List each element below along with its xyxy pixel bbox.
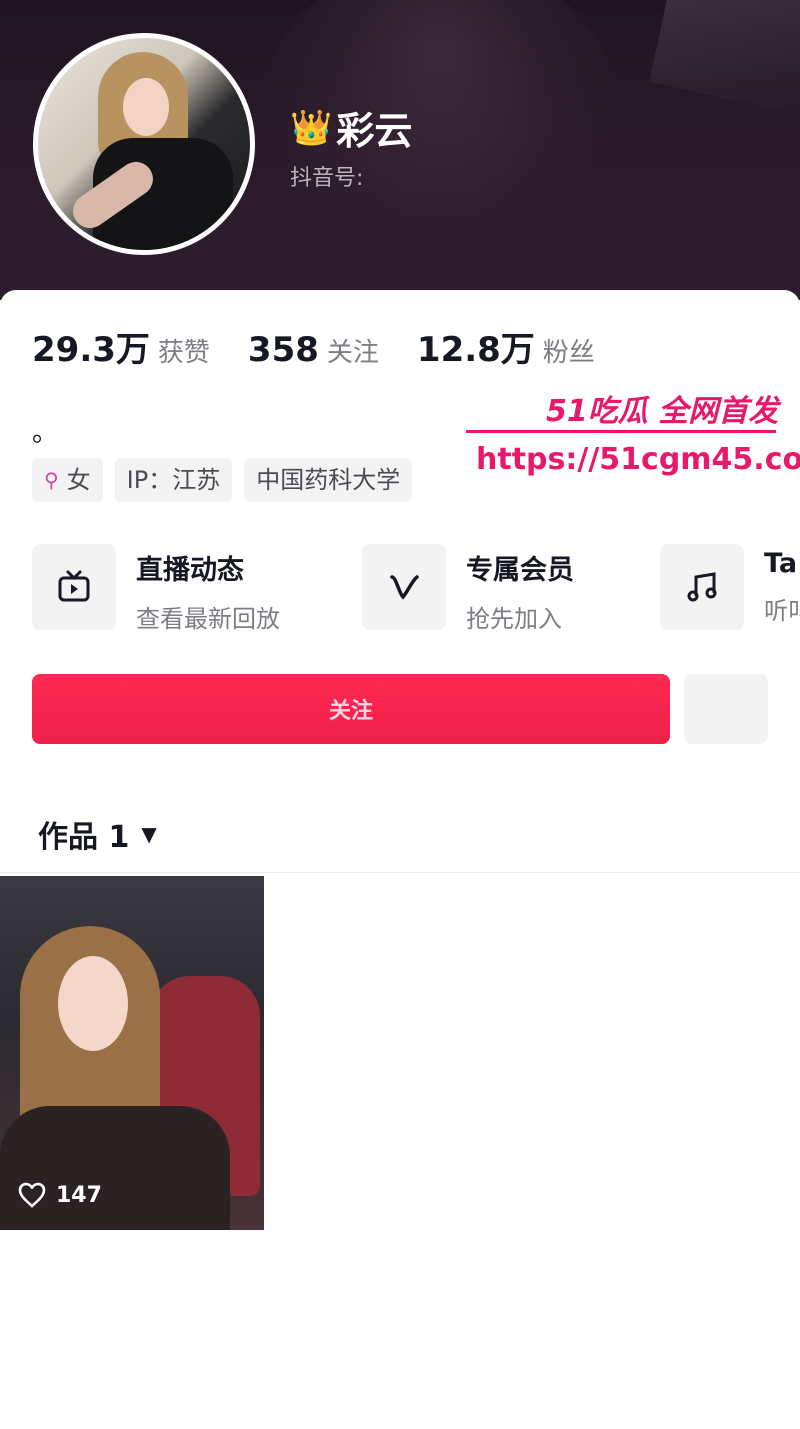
service-music-subtitle: 听叫	[764, 597, 800, 625]
video-likes-count: 147	[56, 1182, 102, 1208]
service-live[interactable]: 直播动态 查看最新回放	[32, 544, 280, 634]
tag-gender: ⚲ 女	[32, 458, 103, 502]
tab-works-label: 作品 1	[38, 820, 130, 855]
stat-following-count: 358	[247, 330, 319, 370]
watermark-title: 51吃瓜 全网首发	[546, 394, 779, 429]
watermark: 51吃瓜 全网首发 https://51cgm45.com	[462, 378, 800, 488]
profile-tags: ⚲ 女 IP：江苏 中国药科大学	[32, 458, 424, 502]
watermark-url: https://51cgm45.com	[476, 442, 800, 477]
tag-gender-label: 女	[66, 466, 91, 494]
tag-ip: IP：江苏	[114, 458, 233, 502]
follow-button[interactable]: 关注	[32, 674, 670, 744]
more-button[interactable]	[684, 674, 768, 744]
stat-following[interactable]: 358 关注	[248, 330, 379, 370]
music-note-icon	[660, 544, 744, 630]
service-music-title: Ta	[764, 548, 798, 579]
profile-name: 彩云	[336, 109, 413, 153]
stat-followers-label: 粉丝	[542, 338, 595, 368]
avatar-face	[123, 78, 169, 136]
heart-icon	[18, 1182, 46, 1208]
caret-down-icon: ▼	[141, 822, 157, 846]
bio-text: 。	[32, 418, 59, 448]
tv-icon	[32, 544, 116, 630]
crown-icon: 👑	[290, 107, 333, 148]
service-music[interactable]: Ta 听叫	[660, 544, 800, 630]
stat-following-label: 关注	[326, 338, 379, 368]
stat-followers[interactable]: 12.8万 粉丝	[417, 322, 595, 371]
header-background-glare	[649, 0, 800, 116]
tab-works[interactable]: 作品 1 ▼	[38, 812, 157, 856]
stat-likes-count: 29.3万	[32, 330, 150, 370]
profile-name-row: 👑 彩云	[290, 100, 412, 155]
stat-followers-count: 12.8万	[416, 330, 535, 370]
service-membership-subtitle: 抢先加入	[466, 605, 562, 633]
stat-likes-label: 获赞	[157, 338, 210, 368]
watermark-divider	[466, 430, 776, 433]
tag-school[interactable]: 中国药科大学	[244, 458, 413, 502]
service-membership-title: 专属会员	[466, 555, 574, 586]
thumbnail-face	[58, 956, 128, 1051]
service-live-subtitle: 查看最新回放	[136, 605, 280, 633]
service-membership[interactable]: 专属会员 抢先加入	[362, 544, 574, 634]
service-live-title: 直播动态	[136, 555, 244, 586]
video-likes: 147	[18, 1182, 102, 1208]
avatar[interactable]	[33, 33, 255, 255]
services-row: 直播动态 查看最新回放 专属会员 抢先加入 Ta 听叫	[32, 544, 800, 634]
stat-likes[interactable]: 29.3万 获赞	[32, 322, 210, 371]
stats-row: 29.3万 获赞 358 关注 12.8万 粉丝	[32, 322, 633, 371]
douyin-id[interactable]: 抖音号:	[290, 160, 363, 192]
works-divider	[0, 872, 800, 873]
female-icon: ⚲	[44, 468, 59, 492]
video-thumbnail[interactable]	[0, 876, 264, 1230]
thumbnail-coat	[0, 1106, 230, 1230]
v-icon	[362, 544, 446, 630]
